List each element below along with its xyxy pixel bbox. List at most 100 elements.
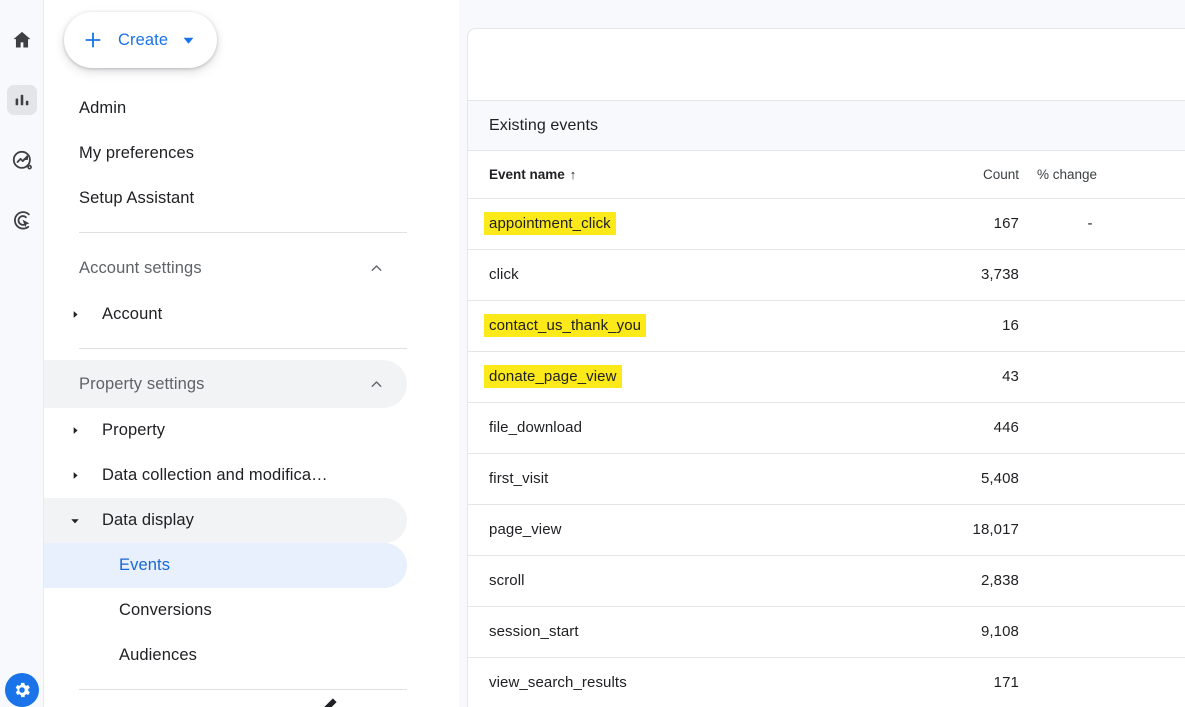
- sidebar-section-account-settings[interactable]: Account settings: [44, 244, 407, 292]
- table-row[interactable]: session_start 9,108: [468, 606, 1185, 658]
- create-button[interactable]: Create: [64, 12, 218, 68]
- cell-spacer: [1143, 402, 1185, 454]
- cell-spacer: [1143, 300, 1185, 352]
- sidebar-item-label: Events: [119, 556, 171, 574]
- home-icon[interactable]: [7, 25, 37, 55]
- advertising-icon[interactable]: [7, 205, 37, 235]
- event-name-highlighted: donate_page_view: [484, 364, 622, 388]
- sidebar-item-account[interactable]: Account: [44, 292, 407, 337]
- event-name-highlighted: contact_us_thank_you: [484, 313, 647, 337]
- card-toolbar-area: [468, 29, 1185, 100]
- cell-percent-change: [1023, 351, 1143, 403]
- cell-spacer: [1143, 198, 1185, 250]
- sidebar-divider-1: [79, 232, 407, 233]
- sidebar-item-data-collection-and-modification[interactable]: Data collection and modifica…: [44, 453, 407, 498]
- cell-event-name[interactable]: view_search_results: [468, 657, 888, 707]
- sidebar-item-data-display[interactable]: Data display: [44, 498, 407, 543]
- sidebar-item-label: Account: [102, 305, 163, 323]
- sidebar-item-events[interactable]: Events: [44, 543, 407, 588]
- sidebar-item-label: Data collection and modifica…: [102, 466, 328, 484]
- create-button-label: Create: [118, 30, 169, 49]
- column-header-count[interactable]: Count: [888, 151, 1023, 199]
- column-header-label: Event name: [489, 166, 565, 182]
- cell-event-name[interactable]: donate_page_view: [468, 351, 888, 403]
- sidebar-divider-3: [79, 689, 407, 690]
- sidebar-item-my-preferences[interactable]: My preferences: [44, 131, 407, 176]
- events-table-head: Event name ↑ Count % change: [468, 151, 1185, 199]
- sidebar-section-label: Account settings: [79, 258, 202, 277]
- event-name-highlighted: appointment_click: [484, 211, 616, 235]
- cell-percent-change: [1023, 453, 1143, 505]
- chevron-up-icon: [368, 260, 385, 277]
- event-name: file_download: [489, 418, 583, 436]
- existing-events-card: Existing events Event name ↑ Count % chan…: [467, 28, 1185, 707]
- cell-event-name[interactable]: contact_us_thank_you: [468, 300, 888, 352]
- cell-percent-change: [1023, 402, 1143, 454]
- reports-icon[interactable]: [7, 85, 37, 115]
- triangle-down-icon: [68, 516, 82, 526]
- cell-percent-change: [1023, 657, 1143, 707]
- event-name: session_start: [489, 622, 579, 640]
- edit-pencil-icon[interactable]: [319, 692, 345, 707]
- table-row[interactable]: page_view 18,017: [468, 504, 1185, 556]
- cell-spacer: [1143, 657, 1185, 707]
- cell-spacer: [1143, 351, 1185, 403]
- table-row[interactable]: first_visit 5,408: [468, 453, 1185, 505]
- cell-count: 3,738: [888, 249, 1023, 301]
- column-header-event-name[interactable]: Event name ↑: [468, 151, 888, 199]
- cell-event-name[interactable]: click: [468, 249, 888, 301]
- cell-percent-change: -: [1023, 198, 1143, 250]
- sidebar-item-admin[interactable]: Admin: [44, 86, 407, 131]
- card-title: Existing events: [489, 116, 599, 134]
- cell-count: 5,408: [888, 453, 1023, 505]
- cell-event-name[interactable]: session_start: [468, 606, 888, 658]
- cell-count: 446: [888, 402, 1023, 454]
- table-row[interactable]: contact_us_thank_you 16: [468, 300, 1185, 352]
- table-row[interactable]: scroll 2,838: [468, 555, 1185, 607]
- cell-event-name[interactable]: page_view: [468, 504, 888, 556]
- table-row[interactable]: appointment_click 167 -: [468, 198, 1185, 250]
- sidebar-item-setup-assistant[interactable]: Setup Assistant: [44, 176, 407, 221]
- sidebar-item-property[interactable]: Property: [44, 408, 407, 453]
- sidebar-item-label: Property: [102, 421, 166, 439]
- left-icon-rail: [0, 0, 44, 707]
- table-row[interactable]: click 3,738: [468, 249, 1185, 301]
- column-header-percent-change[interactable]: % change: [1023, 151, 1143, 199]
- cell-count: 9,108: [888, 606, 1023, 658]
- column-header-spacer: [1143, 151, 1185, 199]
- analytics-admin-page: Create Admin My preferences Setup Assist…: [0, 0, 1185, 707]
- sidebar-section-label: Property settings: [79, 374, 205, 393]
- sidebar-item-conversions[interactable]: Conversions: [44, 588, 407, 633]
- event-name: first_visit: [489, 469, 549, 487]
- sidebar-item-label: Conversions: [119, 601, 212, 619]
- cell-count: 2,838: [888, 555, 1023, 607]
- admin-gear-icon[interactable]: [5, 673, 39, 707]
- sidebar-divider-2: [79, 348, 407, 349]
- cell-percent-change: [1023, 555, 1143, 607]
- cell-percent-change: [1023, 606, 1143, 658]
- table-header-row: Event name ↑ Count % change: [468, 151, 1185, 199]
- card-header: Existing events: [468, 100, 1185, 151]
- sidebar-section-property-settings[interactable]: Property settings: [44, 360, 407, 408]
- cell-percent-change: [1023, 249, 1143, 301]
- cell-percent-change: [1023, 504, 1143, 556]
- cell-event-name[interactable]: appointment_click: [468, 198, 888, 250]
- chevron-down-icon: [182, 34, 195, 47]
- events-table-body: appointment_click 167 - click 3,738 cont…: [468, 198, 1185, 707]
- event-name: page_view: [489, 520, 562, 538]
- triangle-right-icon: [68, 471, 82, 480]
- sidebar-item-label: Data display: [102, 511, 194, 529]
- plus-icon: [82, 29, 104, 51]
- sort-ascending-icon: ↑: [569, 166, 577, 182]
- explore-icon[interactable]: [7, 145, 37, 175]
- table-row[interactable]: view_search_results 171: [468, 657, 1185, 707]
- cell-event-name[interactable]: file_download: [468, 402, 888, 454]
- cell-spacer: [1143, 453, 1185, 505]
- cell-event-name[interactable]: scroll: [468, 555, 888, 607]
- cell-count: 167: [888, 198, 1023, 250]
- cell-event-name[interactable]: first_visit: [468, 453, 888, 505]
- cell-count: 171: [888, 657, 1023, 707]
- sidebar-item-audiences[interactable]: Audiences: [44, 633, 407, 678]
- table-row[interactable]: file_download 446: [468, 402, 1185, 454]
- table-row[interactable]: donate_page_view 43: [468, 351, 1185, 403]
